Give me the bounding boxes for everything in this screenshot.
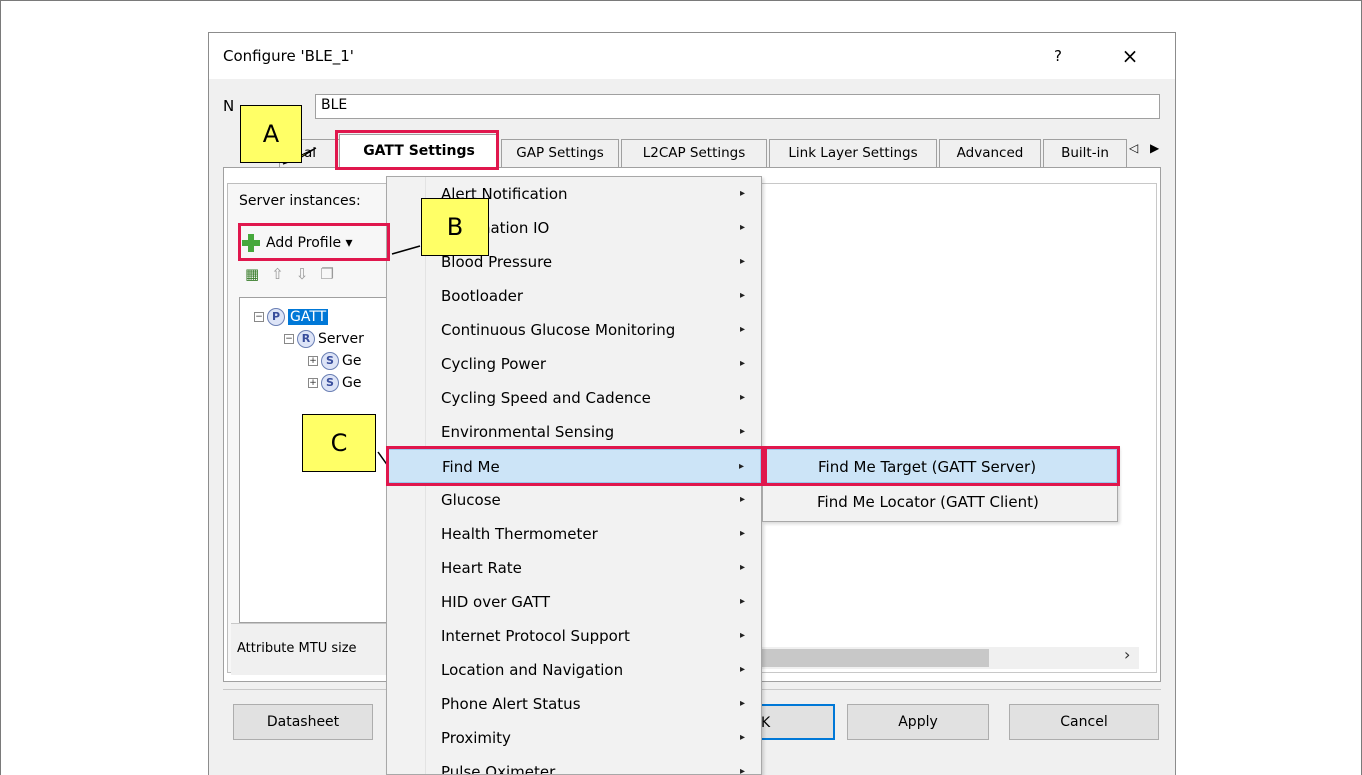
menu-item-label: Proximity <box>441 729 511 747</box>
menu-item-label: Health Thermometer <box>441 525 598 543</box>
expand-icon[interactable]: + <box>308 378 318 388</box>
tab-advanced[interactable]: Advanced <box>939 139 1041 167</box>
tree-node-gatt[interactable]: − P GATT <box>254 308 329 326</box>
collapse-icon[interactable]: − <box>254 312 264 322</box>
submenu-arrow-icon: ▸ <box>739 392 745 403</box>
menu-item-label: Heart Rate <box>441 559 522 577</box>
menu-item-health-thermometer[interactable]: Health Thermometer ▸ <box>387 517 761 551</box>
submenu-arrow-icon: ▸ <box>739 766 745 775</box>
move-down-icon[interactable]: ⇩ <box>296 265 309 283</box>
menu-item-heart-rate[interactable]: Heart Rate ▸ <box>387 551 761 585</box>
tab-l2cap-settings[interactable]: L2CAP Settings <box>621 139 767 167</box>
tab-link-layer-settings[interactable]: Link Layer Settings <box>769 139 937 167</box>
menu-item-find-me-locator[interactable]: Find Me Locator (GATT Client) <box>763 485 1117 519</box>
submenu-arrow-icon: ▸ <box>739 494 745 505</box>
submenu-arrow-icon: ▸ <box>739 698 745 709</box>
highlight-add-profile <box>238 223 390 261</box>
submenu-arrow-icon: ▸ <box>739 562 745 573</box>
menu-item-cycling-power[interactable]: Cycling Power ▸ <box>387 347 761 381</box>
menu-item-label: Location and Navigation <box>441 661 624 679</box>
name-field[interactable]: BLE <box>315 94 1160 119</box>
menu-item-label: Phone Alert Status <box>441 695 581 713</box>
apply-button[interactable]: Apply <box>847 704 989 740</box>
highlight-find-me-target <box>764 446 1120 486</box>
highlight-find-me <box>386 446 764 486</box>
profile-icon: P <box>267 308 285 326</box>
menu-item-location-and-navigation[interactable]: Location and Navigation ▸ <box>387 653 761 687</box>
collapse-icon[interactable]: − <box>284 334 294 344</box>
submenu-arrow-icon: ▸ <box>739 290 745 301</box>
menu-item-label: Internet Protocol Support <box>441 627 630 645</box>
expand-icon[interactable]: + <box>308 356 318 366</box>
submenu-arrow-icon: ▸ <box>739 664 745 675</box>
submenu-arrow-icon: ▸ <box>739 732 745 743</box>
submenu-arrow-icon: ▸ <box>739 596 745 607</box>
tab-gap-settings[interactable]: GAP Settings <box>501 139 619 167</box>
scrollbar-thumb[interactable] <box>761 649 989 667</box>
submenu-arrow-icon: ▸ <box>739 188 745 199</box>
add-service-icon[interactable]: ▦ <box>245 265 259 283</box>
menu-item-pulse-oximeter[interactable]: Pulse Oximeter ▸ <box>387 755 761 775</box>
menu-item-phone-alert-status[interactable]: Phone Alert Status ▸ <box>387 687 761 721</box>
submenu-arrow-icon: ▸ <box>739 630 745 641</box>
menu-item-label: Cycling Power <box>441 355 547 373</box>
submenu-arrow-icon: ▸ <box>739 528 745 539</box>
submenu-arrow-icon: ▸ <box>739 324 745 335</box>
cancel-button[interactable]: Cancel <box>1009 704 1159 740</box>
tree-toolbar: ▦ ⇧ ⇩ ❐ <box>245 265 334 283</box>
menu-item-continuous-glucose-monitoring[interactable]: Continuous Glucose Monitoring ▸ <box>387 313 761 347</box>
service-icon: S <box>321 352 339 370</box>
tab-scroll-arrows[interactable]: ◁ ▶ <box>1129 141 1163 155</box>
submenu-arrow-icon: ▸ <box>739 426 745 437</box>
tree-node-label: Server <box>318 331 364 347</box>
move-up-icon[interactable]: ⇧ <box>271 265 284 283</box>
tree-node-label: Ge <box>342 375 362 391</box>
menu-item-label: Environmental Sensing <box>441 423 615 441</box>
menu-item-label: Glucose <box>441 491 501 509</box>
tree-node-label: GATT <box>288 309 329 325</box>
name-label: N <box>223 97 235 115</box>
dialog-title: Configure 'BLE_1' <box>223 47 354 65</box>
callout-a: A <box>240 105 302 163</box>
tab-built-in[interactable]: Built-in <box>1043 139 1127 167</box>
close-button[interactable]: × <box>1113 39 1147 73</box>
menu-item-proximity[interactable]: Proximity ▸ <box>387 721 761 755</box>
menu-item-internet-protocol-support[interactable]: Internet Protocol Support ▸ <box>387 619 761 653</box>
tree-node-server[interactable]: − R Server <box>284 330 364 348</box>
callout-c: C <box>302 414 376 472</box>
submenu-arrow-icon: ▸ <box>739 222 745 233</box>
role-icon: R <box>297 330 315 348</box>
menu-item-environmental-sensing[interactable]: Environmental Sensing ▸ <box>387 415 761 449</box>
service-icon: S <box>321 374 339 392</box>
tree-node-service[interactable]: + S Ge <box>308 374 361 392</box>
scroll-right-icon[interactable]: › <box>1124 645 1130 664</box>
tree-node-service[interactable]: + S Ge <box>308 352 361 370</box>
menu-item-label: Pulse Oximeter <box>441 763 556 775</box>
menu-item-label: Cycling Speed and Cadence <box>441 389 651 407</box>
menu-item-label: HID over GATT <box>441 593 551 611</box>
help-button[interactable]: ? <box>1043 39 1073 73</box>
copy-icon[interactable]: ❐ <box>320 265 333 283</box>
menu-item-label: Continuous Glucose Monitoring <box>441 321 676 339</box>
callout-b: B <box>421 198 489 256</box>
menu-item-label: Bootloader <box>441 287 523 305</box>
title-bar: Configure 'BLE_1' ? × <box>209 33 1175 79</box>
submenu-arrow-icon: ▸ <box>739 358 745 369</box>
menu-item-glucose[interactable]: Glucose ▸ <box>387 483 761 517</box>
menu-item-cycling-speed-and-cadence[interactable]: Cycling Speed and Cadence ▸ <box>387 381 761 415</box>
server-instances-label: Server instances: <box>239 193 361 209</box>
mtu-size-label: Attribute MTU size <box>237 641 357 656</box>
tree-node-label: Ge <box>342 353 362 369</box>
submenu-arrow-icon: ▸ <box>739 256 745 267</box>
datasheet-button[interactable]: Datasheet <box>233 704 373 740</box>
highlight-gatt-tab <box>335 130 499 170</box>
menu-item-hid-over-gatt[interactable]: HID over GATT ▸ <box>387 585 761 619</box>
menu-item-bootloader[interactable]: Bootloader ▸ <box>387 279 761 313</box>
